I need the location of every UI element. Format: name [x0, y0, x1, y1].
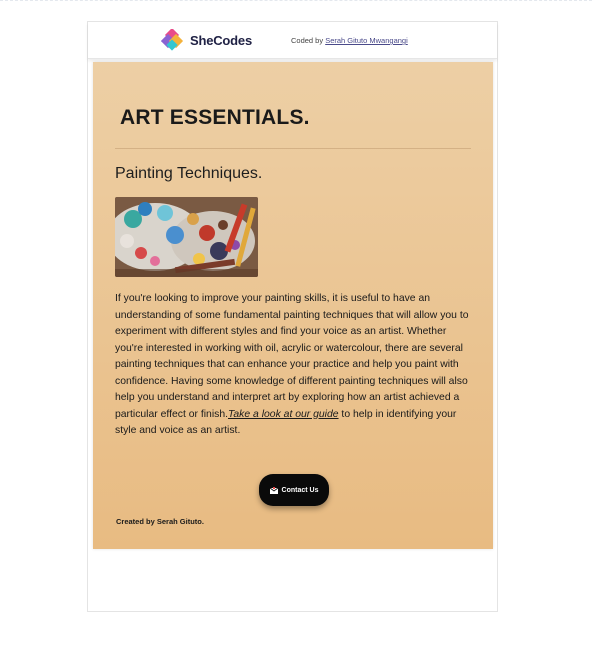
main-content: ART ESSENTIALS. Painting Techniques. If … [93, 62, 493, 549]
palette-illustration [115, 197, 258, 277]
shecodes-logo-icon [161, 29, 184, 51]
contact-us-label: Contact Us [281, 486, 319, 494]
divider [115, 148, 471, 149]
author-link[interactable]: Serah Gituto Mwangangi [325, 36, 408, 45]
shecodes-logo[interactable]: SheCodes [161, 29, 252, 51]
contact-us-button[interactable]: Contact Us [259, 474, 329, 506]
header: SheCodes Coded by Serah Gituto Mwangangi [88, 22, 497, 59]
paint-palette-image [115, 197, 258, 277]
logo-text: SheCodes [190, 32, 252, 48]
top-hairline [0, 0, 592, 5]
section-subtitle: Painting Techniques. [115, 165, 263, 182]
mail-icon [269, 486, 278, 494]
page-title: ART ESSENTIALS. [120, 106, 310, 129]
body-paragraph: If you're looking to improve your painti… [115, 291, 475, 440]
guide-link[interactable]: Take a look at our guide [228, 409, 339, 420]
created-by-credit: Created by Serah Gituto. [116, 517, 204, 526]
body-text: If you're looking to improve your painti… [115, 293, 469, 420]
coded-by-prefix: Coded by [291, 36, 326, 45]
page-card: SheCodes Coded by Serah Gituto Mwangangi… [87, 21, 498, 612]
coded-by-credit: Coded by Serah Gituto Mwangangi [291, 36, 408, 45]
